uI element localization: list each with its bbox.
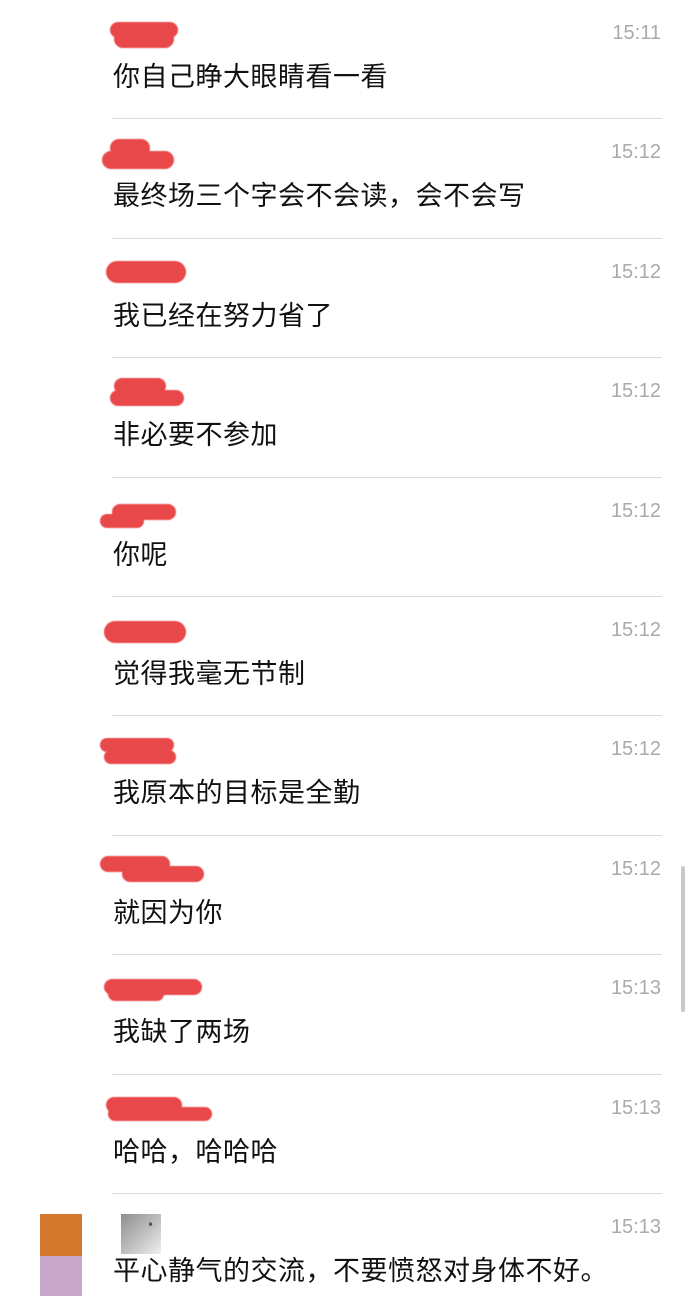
redacted-sender-name [100, 977, 210, 1002]
message-time: 15:11 [612, 22, 661, 44]
message-time: 15:12 [610, 141, 661, 164]
redacted-sender-name [100, 500, 210, 528]
message-text: 就因为你 [113, 897, 223, 929]
message-item[interactable]: 平心静气的交流，不要愤怒对身体不好。 15:13 [0, 1194, 690, 1296]
message-text: 我原本的目标是全勤 [113, 778, 361, 810]
message-item[interactable]: 非必要不参加 15:12 [0, 358, 690, 478]
redacted-sender-name [100, 260, 210, 285]
message-text: 我缺了两场 [113, 1017, 251, 1049]
message-time: 15:12 [610, 857, 661, 880]
message-time: 15:12 [610, 619, 661, 641]
message-item[interactable]: 觉得我毫无节制 15:12 [0, 597, 690, 717]
avatar[interactable]: • [121, 1214, 161, 1254]
message-text: 最终场三个字会不会读，会不会写 [113, 181, 526, 213]
redacted-sender-name [100, 378, 210, 407]
message-text: 觉得我毫无节制 [113, 659, 306, 690]
chat-message-list: 你自己睁大眼睛看一看 15:11 最终场三个字会不会读，会不会写 15:12 我… [0, 0, 690, 1296]
message-time: 15:12 [610, 380, 661, 403]
message-item[interactable]: 你自己睁大眼睛看一看 15:11 [0, 0, 690, 120]
message-item[interactable]: 就因为你 15:12 [0, 836, 690, 956]
message-item[interactable]: 你呢 15:12 [0, 478, 690, 597]
redacted-sender-name [100, 738, 210, 765]
avatar[interactable] [40, 1214, 82, 1296]
message-time: 15:13 [610, 977, 661, 1000]
message-text: 非必要不参加 [113, 420, 278, 452]
message-item[interactable]: 最终场三个字会不会读，会不会写 15:12 [0, 119, 690, 239]
message-text: 你自己睁大眼睛看一看 [113, 62, 388, 93]
redacted-sender-name [100, 22, 210, 48]
message-text: 我已经在努力省了 [113, 300, 333, 332]
message-item[interactable]: 我原本的目标是全勤 15:12 [0, 716, 690, 836]
message-text: 平心静气的交流，不要愤怒对身体不好。 [113, 1256, 608, 1287]
message-time: 15:12 [610, 499, 661, 522]
message-time: 15:13 [610, 1096, 661, 1119]
message-item[interactable]: 我已经在努力省了 15:12 [0, 239, 690, 359]
message-text: 你呢 [113, 539, 168, 571]
message-text: 哈哈，哈哈哈 [113, 1136, 278, 1168]
vertical-scrollbar[interactable] [681, 866, 685, 1012]
message-item[interactable]: 我缺了两场 15:13 [0, 955, 690, 1075]
message-time: 15:12 [610, 260, 661, 283]
message-item[interactable]: 哈哈，哈哈哈 15:13 [0, 1075, 690, 1194]
message-time: 15:13 [610, 1216, 661, 1238]
redacted-sender-name [100, 619, 210, 643]
message-time: 15:12 [610, 738, 661, 761]
redacted-sender-name [100, 139, 210, 170]
redacted-sender-name [100, 1096, 212, 1121]
redacted-sender-name [100, 855, 210, 882]
